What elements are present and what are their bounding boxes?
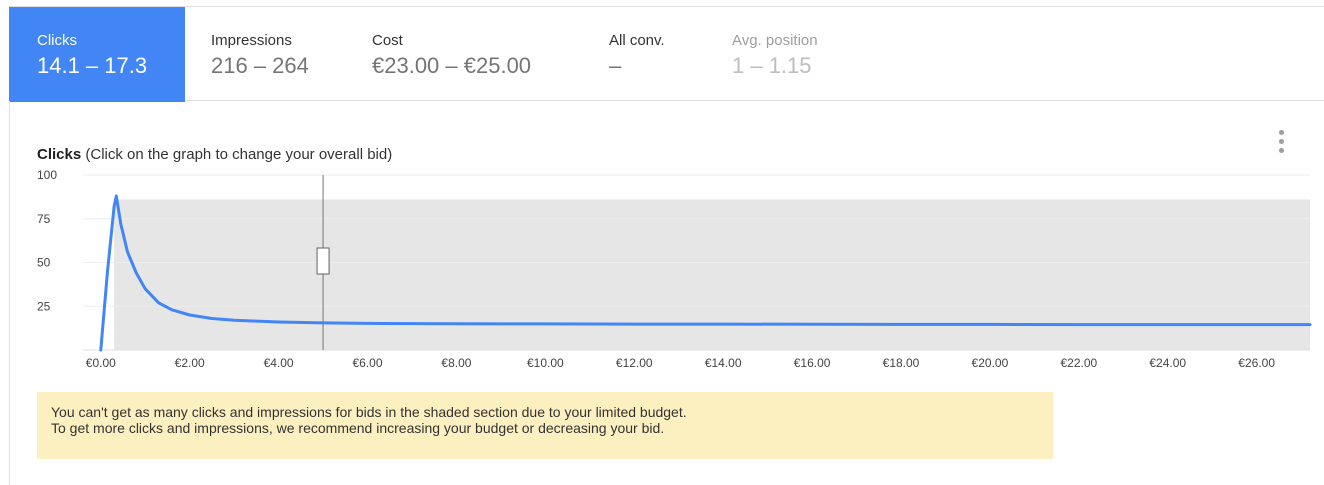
chart-title-metric: Clicks [37,146,82,163]
x-tick-label: €12.00 [616,356,653,370]
x-tick-label: €20.00 [972,356,1009,370]
x-tick-label: €6.00 [353,356,383,370]
metric-label: Clicks [37,32,77,49]
metric-tabs: Clicks 14.1 – 17.3 Impressions 216 – 264… [9,6,1324,102]
metric-tab-impressions[interactable]: Impressions 216 – 264 [211,7,351,102]
x-tick-label: €2.00 [175,356,205,370]
x-tick-label: €18.00 [883,356,920,370]
metric-label: Avg. position [732,32,818,49]
metric-tab-all-conversions[interactable]: All conv. – [609,7,709,102]
budget-notice: You can't get as many clicks and impress… [37,392,1053,459]
metric-label: Impressions [211,32,292,49]
metric-label: Cost [372,32,403,49]
x-tick-label: €10.00 [527,356,564,370]
bid-simulator-chart[interactable]: 100 75 50 25 €0.00 €2.00 €4.00 €6.00 €8.00 €10.0… [0,170,1324,380]
y-tick-label: 50 [37,256,51,270]
metric-value: €23.00 – €25.00 [372,53,532,78]
y-tick-label: 25 [37,299,51,313]
metric-value: – [609,53,622,78]
metric-tab-clicks[interactable]: Clicks 14.1 – 17.3 [9,7,185,102]
notice-line-1: You can't get as many clicks and impress… [51,404,687,420]
x-tick-label: €16.00 [794,356,831,370]
more-options-button[interactable] [1272,128,1292,164]
x-tick-label: €0.00 [86,356,116,370]
shaded-budget-region [114,199,1310,350]
x-tick-label: €24.00 [1149,356,1186,370]
x-tick-label: €14.00 [705,356,742,370]
x-tick-label: €8.00 [441,356,471,370]
y-tick-label: 75 [37,212,51,226]
notice-line-2: To get more clicks and impressions, we r… [51,420,665,436]
more-vert-icon-dot [1279,139,1284,144]
x-tick-label: €4.00 [264,356,294,370]
more-vert-icon [1279,130,1284,135]
bid-handle[interactable] [316,247,330,275]
metric-value: 14.1 – 17.3 [37,53,148,78]
metric-value: 1 – 1.15 [732,53,812,78]
chart-title: Clicks (Click on the graph to change you… [37,146,392,164]
more-vert-icon-dot [1279,148,1284,153]
y-tick-label: 100 [37,170,57,182]
metric-tab-cost[interactable]: Cost €23.00 – €25.00 [372,7,582,102]
x-tick-label: €26.00 [1238,356,1275,370]
metric-value: 216 – 264 [211,53,309,78]
metric-tab-avg-position: Avg. position 1 – 1.15 [732,7,882,102]
chart-title-hint: (Click on the graph to change your overa… [85,146,393,163]
metric-label: All conv. [609,32,665,49]
x-tick-label: €22.00 [1060,356,1097,370]
